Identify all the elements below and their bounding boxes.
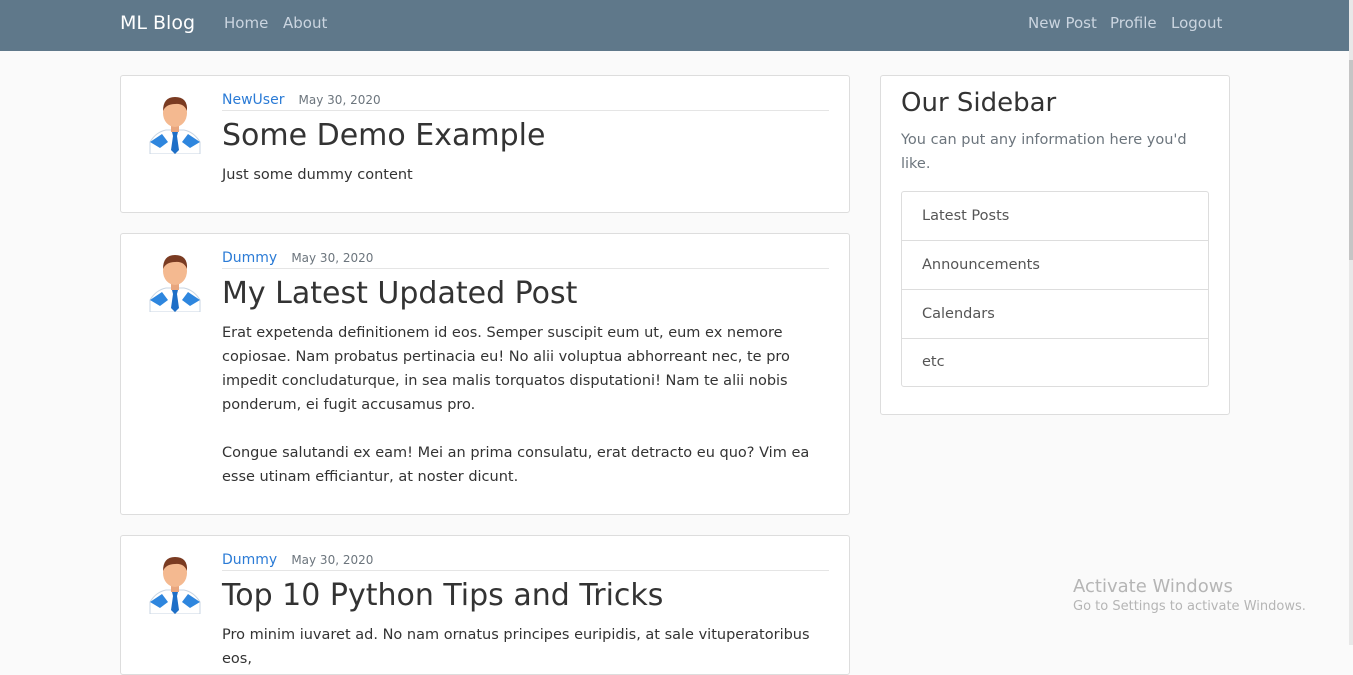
sidebar-intro: You can put any information here you'd l… <box>901 132 1187 172</box>
sidebar: Our Sidebar You can put any information … <box>880 75 1230 415</box>
nav-link-new-post[interactable]: New Post <box>1028 14 1097 32</box>
author-link[interactable]: Dummy <box>222 250 277 266</box>
post-paragraph: Pro minim iuvaret ad. No nam ornatus pri… <box>222 627 810 667</box>
author-link[interactable]: NewUser <box>222 92 284 108</box>
nav-link-about[interactable]: About <box>283 14 327 32</box>
post-meta: Dummy May 30, 2020 <box>222 549 829 571</box>
post-date: May 30, 2020 <box>291 553 374 567</box>
post-card: Dummy May 30, 2020 My Latest Updated Pos… <box>120 233 850 515</box>
post-paragraph: Congue salutandi ex eam! Mei an prima co… <box>222 445 810 485</box>
sidebar-item-latest-posts[interactable]: Latest Posts <box>902 192 1208 241</box>
post-card: NewUser May 30, 2020 Some Demo Example J… <box>120 75 850 213</box>
post-paragraph: Erat expetenda definitionem id eos. Semp… <box>222 325 790 413</box>
post-title-link[interactable]: Top 10 Python Tips and Tricks <box>222 578 663 613</box>
author-avatar-icon <box>149 97 201 154</box>
brand-link[interactable]: ML Blog <box>120 12 195 34</box>
watermark-subtitle: Go to Settings to activate Windows. <box>1073 599 1306 614</box>
sidebar-list: Latest Posts Announcements Calendars etc <box>901 191 1209 387</box>
post-title-link[interactable]: Some Demo Example <box>222 118 545 153</box>
post-content: Erat expetenda definitionem id eos. Semp… <box>222 321 829 489</box>
activate-windows-watermark: Activate Windows Go to Settings to activ… <box>1073 576 1306 614</box>
nav-link-home[interactable]: Home <box>224 14 268 32</box>
post-title-link[interactable]: My Latest Updated Post <box>222 276 577 311</box>
navbar: ML Blog Home About New Post Profile Logo… <box>0 0 1353 51</box>
scrollbar-thumb[interactable] <box>1349 60 1353 260</box>
nav-link-logout[interactable]: Logout <box>1171 14 1222 32</box>
author-avatar-icon <box>149 255 201 312</box>
author-avatar-icon <box>149 557 201 614</box>
post-card: Dummy May 30, 2020 Top 10 Python Tips an… <box>120 535 850 675</box>
post-paragraph: Just some dummy content <box>222 167 413 183</box>
post-content: Just some dummy content <box>222 163 829 187</box>
author-link[interactable]: Dummy <box>222 552 277 568</box>
post-meta: NewUser May 30, 2020 <box>222 89 829 111</box>
sidebar-item-announcements[interactable]: Announcements <box>902 241 1208 290</box>
post-content: Pro minim iuvaret ad. No nam ornatus pri… <box>222 623 829 671</box>
sidebar-item-calendars[interactable]: Calendars <box>902 290 1208 339</box>
watermark-title: Activate Windows <box>1073 576 1233 597</box>
post-date: May 30, 2020 <box>291 251 374 265</box>
page-scrollbar[interactable] <box>1349 0 1353 645</box>
nav-link-profile[interactable]: Profile <box>1110 14 1157 32</box>
post-meta: Dummy May 30, 2020 <box>222 247 829 269</box>
post-date: May 30, 2020 <box>298 93 381 107</box>
sidebar-title: Our Sidebar <box>901 88 1057 118</box>
sidebar-item-etc[interactable]: etc <box>902 339 1208 386</box>
